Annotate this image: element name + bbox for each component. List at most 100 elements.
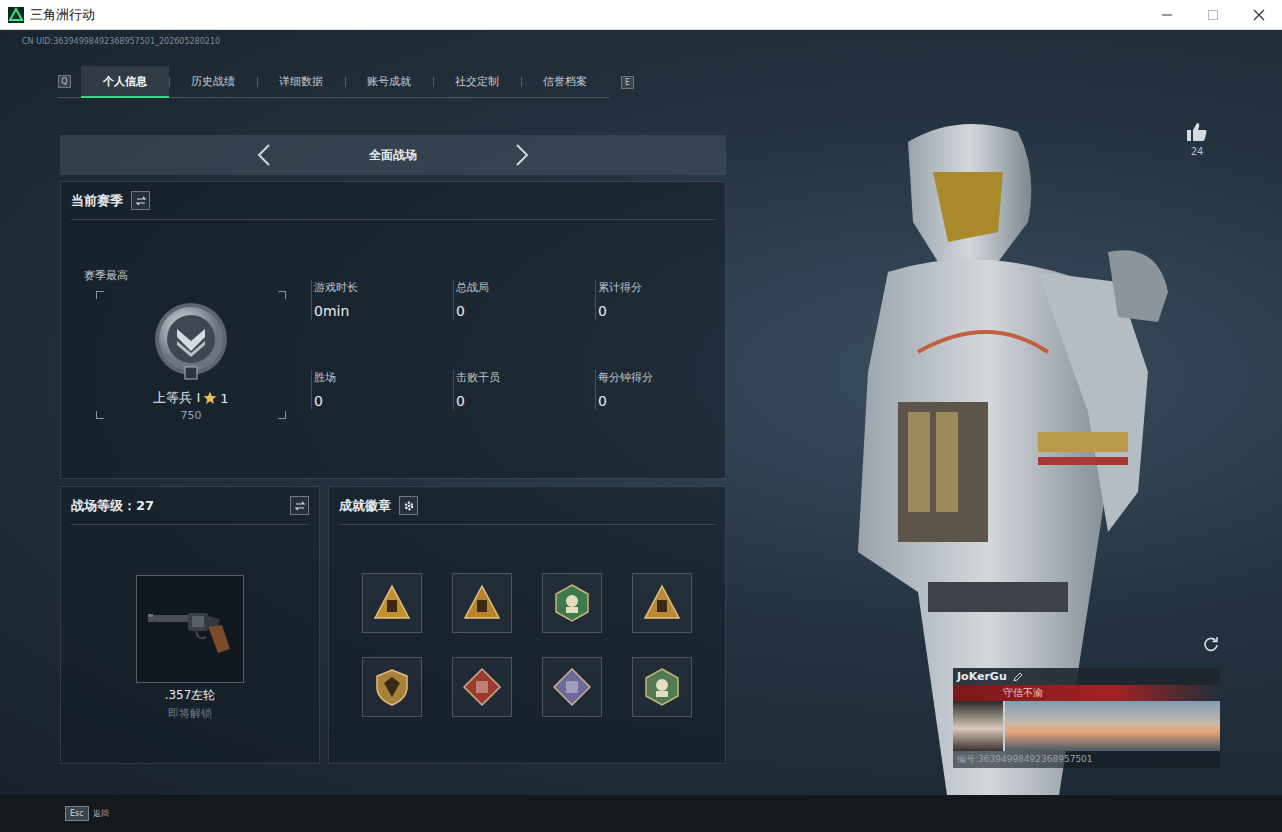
achievement-badge[interactable] <box>362 657 422 717</box>
stat-value: 0 <box>598 393 715 409</box>
swap-icon <box>294 500 306 512</box>
avatar-photo <box>953 701 1003 751</box>
rank-name: 上等兵 Ⅰ <box>153 389 200 407</box>
mode-label: 全面战场 <box>369 147 417 164</box>
profile-screen: CN UID:36394998492368957501_202605280210… <box>0 30 1282 795</box>
stat-item: 击败干员 0 <box>453 370 595 410</box>
level-switch-button[interactable] <box>290 496 309 515</box>
stat-label: 击败干员 <box>456 370 595 385</box>
stat-value: 0min <box>314 303 453 319</box>
rank-name-row: 上等兵 Ⅰ1 <box>153 389 228 407</box>
player-pictures <box>953 701 1220 751</box>
stat-item: 总战局 0 <box>453 280 595 320</box>
badge-emblem-icon <box>552 667 592 707</box>
player-name: JoKerGu <box>957 670 1007 683</box>
stat-item: 胜场 0 <box>311 370 453 410</box>
prev-tab-key[interactable]: Q <box>58 75 71 88</box>
game-logo-icon <box>8 7 24 23</box>
chevron-left-icon <box>257 144 271 166</box>
window-title: 三角洲行动 <box>30 6 1144 24</box>
like-count: 24 <box>1191 146 1204 157</box>
level-header: 战场等级：27 <box>71 487 309 525</box>
weapon-status: 即将解锁 <box>168 706 212 721</box>
stat-item: 每分钟得分 0 <box>595 370 715 410</box>
player-card: JoKerGu守信不渝编号:36394998492368957501 <box>953 668 1220 768</box>
thumbs-up-icon <box>1186 122 1208 142</box>
badge-emblem-icon <box>372 667 412 707</box>
season-panel: 当前赛季赛季最高上等兵 Ⅰ1750游戏时长0min总战局0累计得分0胜场0击败干… <box>60 181 726 479</box>
achievement-badge[interactable] <box>542 657 602 717</box>
frame-corner <box>278 411 286 419</box>
achievement-badge[interactable] <box>632 657 692 717</box>
stats-grid: 游戏时长0min总战局0累计得分0胜场0击败干员0每分钟得分0 <box>311 268 715 478</box>
back-label: 返回 <box>93 808 109 819</box>
rank-frame: 上等兵 Ⅰ1 750 <box>96 291 286 419</box>
tab[interactable]: 信誉档案 <box>521 66 609 97</box>
banner-photo <box>1005 701 1220 751</box>
minimize-button[interactable] <box>1144 0 1190 29</box>
next-mode-button[interactable] <box>515 144 529 166</box>
level-panel: 战场等级：27 .357左轮即将解锁 <box>60 486 320 764</box>
achievement-badge[interactable] <box>362 573 422 633</box>
stat-value: 0 <box>314 393 453 409</box>
badge-emblem-icon <box>372 583 412 623</box>
lower-panels: 战场等级：27 .357左轮即将解锁 成就徽章 <box>60 486 726 764</box>
achievement-badge[interactable] <box>542 573 602 633</box>
stat-item: 累计得分0 <box>595 280 715 320</box>
tab[interactable]: 账号成就 <box>345 66 433 97</box>
season-header: 当前赛季 <box>71 182 715 220</box>
badge-settings-button[interactable] <box>399 496 418 515</box>
refresh-button[interactable] <box>1202 635 1220 653</box>
badge-emblem-icon <box>552 583 592 623</box>
mode-selector: 全面战场 <box>60 135 726 175</box>
badge-emblem-icon <box>462 583 502 623</box>
left-column: Q 个人信息历史战绩详细数据账号成就社交定制信誉档案 E 全面战场当前赛季赛季最高上等… <box>60 52 726 795</box>
title-bar: 三角洲行动 <box>0 0 1282 30</box>
achievement-badge[interactable] <box>632 573 692 633</box>
player-motto: 守信不渝 <box>953 685 1220 701</box>
weapon-name: .357左轮 <box>165 687 216 704</box>
badges-panel: 成就徽章 <box>328 486 726 764</box>
content: Q 个人信息历史战绩详细数据账号成就社交定制信誉档案 E 全面战场当前赛季赛季最高上等… <box>0 52 1282 795</box>
stat-label: 每分钟得分 <box>598 370 715 385</box>
level-title: 战场等级：27 <box>71 497 154 515</box>
tab[interactable]: 个人信息 <box>81 66 169 97</box>
badge-emblem-icon <box>462 667 502 707</box>
back-button[interactable]: Esc返回 <box>65 806 109 821</box>
tab-row: Q 个人信息历史战绩详细数据账号成就社交定制信誉档案 <box>58 66 609 98</box>
window-controls <box>1144 0 1282 29</box>
badge-grid <box>339 525 715 717</box>
season-title: 当前赛季 <box>71 192 123 210</box>
badges-title: 成就徽章 <box>339 497 391 515</box>
star-icon <box>203 391 217 405</box>
tab[interactable]: 社交定制 <box>433 66 521 97</box>
rank-emblem-icon <box>151 301 231 381</box>
prev-mode-button[interactable] <box>257 144 271 166</box>
best-rank-label: 赛季最高 <box>84 268 311 283</box>
minimize-icon <box>1161 9 1173 21</box>
footer-bar: Esc返回 <box>0 795 1282 832</box>
rank-score: 750 <box>181 409 202 422</box>
tab-bar: Q 个人信息历史战绩详细数据账号成就社交定制信誉档案 E <box>58 66 726 98</box>
achievement-badge[interactable] <box>452 573 512 633</box>
refresh-icon <box>1202 635 1220 653</box>
achievement-badge[interactable] <box>452 657 512 717</box>
stat-label: 胜场 <box>314 370 453 385</box>
player-name-row: JoKerGu <box>953 668 1220 685</box>
tab[interactable]: 详细数据 <box>257 66 345 97</box>
frame-corner <box>96 291 104 299</box>
stat-value: 0 <box>456 303 595 319</box>
maximize-button[interactable] <box>1190 0 1236 29</box>
next-tab-key[interactable]: E <box>621 76 634 89</box>
tab[interactable]: 历史战绩 <box>169 66 257 97</box>
swap-icon <box>135 195 147 207</box>
uid-label: CN UID:36394998492368957501_202605280210 <box>0 30 1282 52</box>
season-switch-button[interactable] <box>131 191 150 210</box>
like-counter[interactable]: 24 <box>1186 122 1208 157</box>
stat-label: 总战局 <box>456 280 595 295</box>
stat-value: 0 <box>456 393 595 409</box>
close-button[interactable] <box>1236 0 1282 29</box>
character-area: 24JoKerGu守信不渝编号:36394998492368957501 <box>726 52 1282 795</box>
stat-value: 0 <box>598 303 715 319</box>
season-body: 赛季最高上等兵 Ⅰ1750游戏时长0min总战局0累计得分0胜场0击败干员0每分… <box>71 220 715 478</box>
